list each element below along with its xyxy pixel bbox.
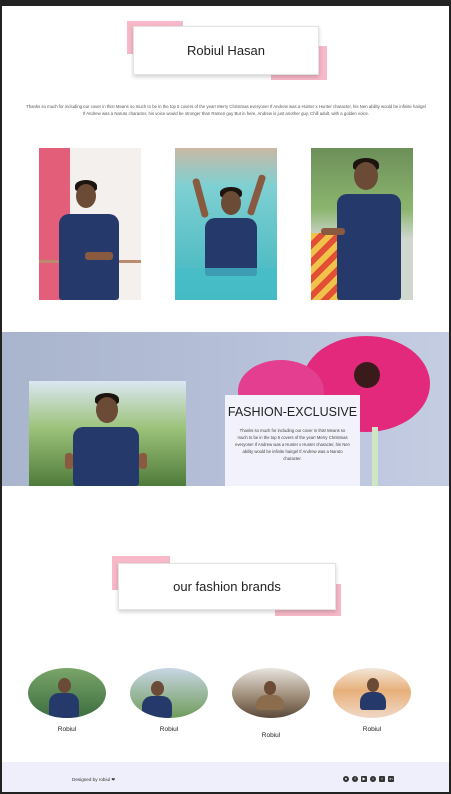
brand-name: Robiul [159,726,179,733]
twitter-icon[interactable]: t [379,776,385,782]
footer: Designed by robiul ❤ ● f ▶ ○ t in [2,762,449,792]
instagram-icon[interactable]: ○ [370,776,376,782]
brand-name: Robiul [261,732,281,739]
brand-card[interactable]: Robiul [333,668,411,733]
linkedin-icon[interactable]: in [388,776,394,782]
brand-photo [130,668,208,718]
intro-paragraph: Thanks so much for including our cover i… [26,104,426,116]
page-title: Robiul Hasan [133,26,319,75]
brands-title: our fashion brands [118,563,336,610]
brand-name: Robiul [362,726,382,733]
brand-card[interactable]: Robiul [28,668,106,733]
youtube-icon[interactable]: ▶ [361,776,367,782]
facebook-icon[interactable]: f [352,776,358,782]
brand-card[interactable]: Robiul [232,668,310,739]
brands-title-text: our fashion brands [173,579,281,594]
photo-pool [175,148,277,300]
photo-park [311,148,413,300]
github-icon[interactable]: ● [343,776,349,782]
footer-credit: Designed by robiul ❤ [72,777,116,782]
brand-photo [333,668,411,718]
brand-photo [28,668,106,718]
window-top-border [0,0,451,6]
brand-photo [232,668,310,718]
brand-card[interactable]: Robiul [130,668,208,733]
brand-name: Robiul [57,726,77,733]
feature-title: FASHION-EXCLUSIVE [227,405,358,419]
photo-balcony [39,148,141,300]
page-title-text: Robiul Hasan [186,43,266,58]
feature-card: FASHION-EXCLUSIVE Thanks so much for inc… [225,395,360,486]
photo-feature-portrait [29,381,186,486]
feature-text: Thanks so much for including our cover i… [235,428,350,461]
